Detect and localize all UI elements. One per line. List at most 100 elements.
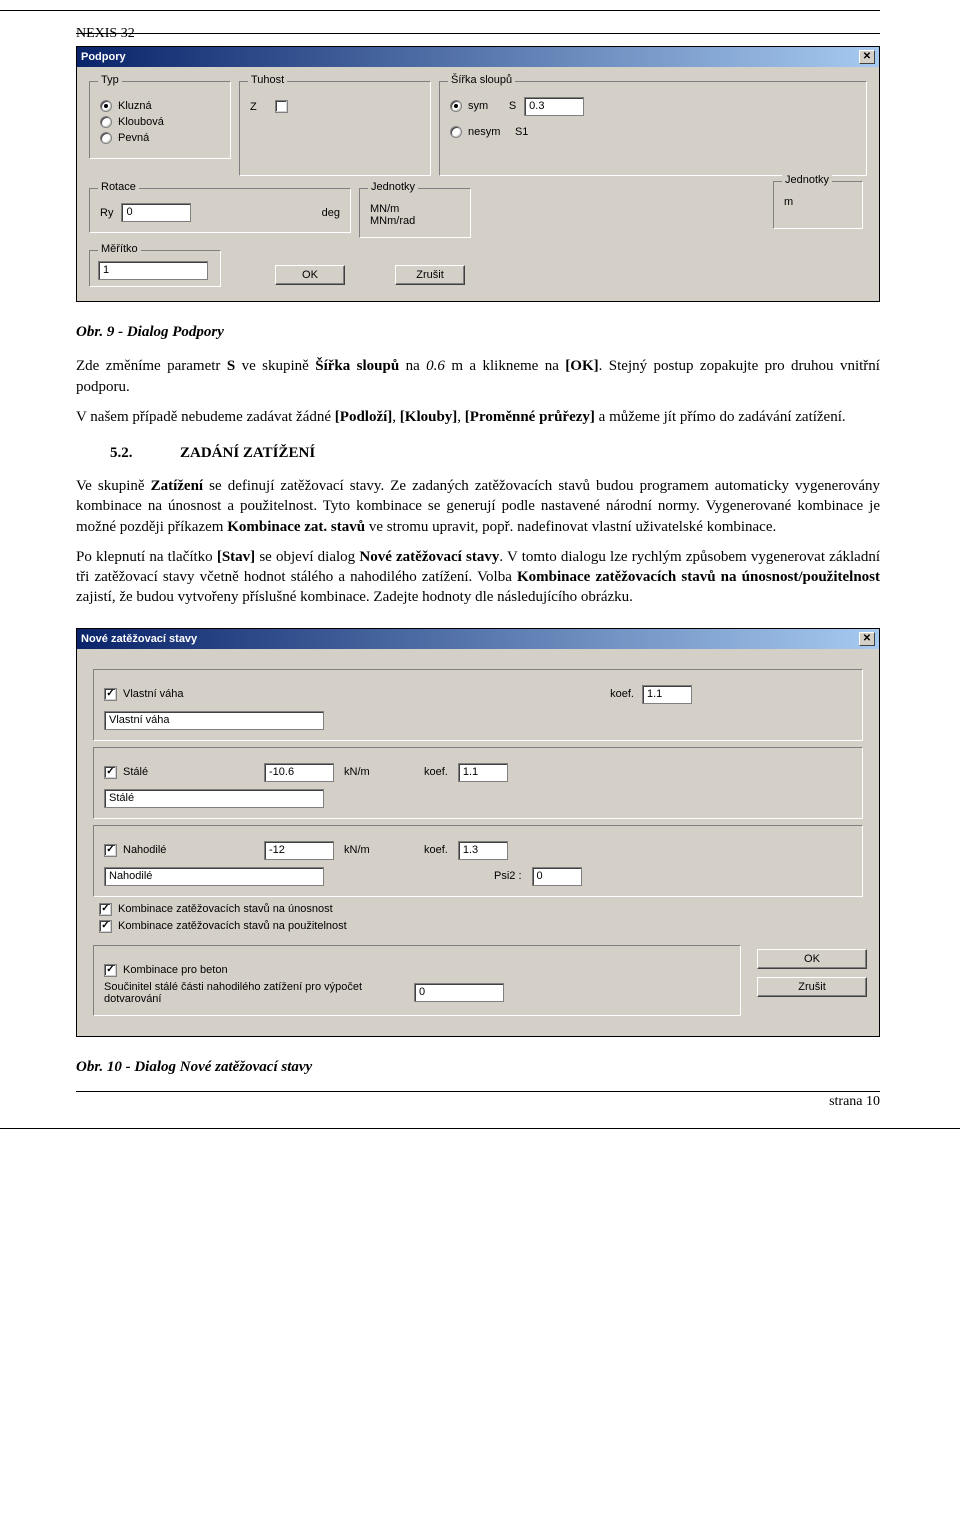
- paragraph-2: V našem případě nebudeme zadávat žádné […: [76, 407, 880, 427]
- group-rotace: Rotace Ry 0 deg: [89, 188, 351, 233]
- input-psi2[interactable]: 0: [532, 867, 582, 886]
- header-rule-2: [76, 33, 880, 34]
- ok-button-2[interactable]: OK: [757, 949, 867, 969]
- group-meritko: Měřítko 1: [89, 250, 221, 287]
- dialog-nove-zs: Nové zatěžovací stavy ✕ Vlastní váha koe…: [76, 628, 880, 1037]
- section-heading: 5.2.ZADÁNÍ ZATÍŽENÍ: [110, 445, 880, 462]
- check-beton[interactable]: Kombinace pro beton: [104, 964, 730, 977]
- paragraph-1: Zde změníme parametr S ve skupině Šířka …: [76, 356, 880, 397]
- section-title: ZADÁNÍ ZATÍŽENÍ: [180, 445, 315, 461]
- input-stale-koef[interactable]: 1.1: [458, 763, 508, 782]
- input-s[interactable]: 0.3: [524, 97, 584, 116]
- group-sirka-legend: Šířka sloupů: [448, 74, 515, 86]
- group-sirka: Šířka sloupů sym S 0.3 nesym S1: [439, 81, 867, 176]
- figure-caption-10: Obr. 10 - Dialog Nové zatěžovací stavy: [76, 1057, 880, 1077]
- checkbox-icon: [104, 964, 117, 977]
- radio-kluzna-label: Kluzná: [118, 100, 152, 112]
- input-vlastni-name[interactable]: Vlastní váha: [104, 711, 324, 730]
- unit-knm: kN/m: [344, 844, 414, 856]
- koef-label: koef.: [424, 766, 448, 778]
- group-typ: Typ Kluzná Kloubová Pevná: [89, 81, 231, 159]
- header-rule: [0, 10, 880, 11]
- paragraph-3: Ve skupině Zatížení se definují zatěžova…: [76, 476, 880, 537]
- group-jedn-sirka: Jednotky m: [773, 181, 863, 229]
- cancel-button[interactable]: Zrušit: [395, 265, 465, 285]
- input-nahodile-name[interactable]: Nahodilé: [104, 867, 324, 886]
- check-stale[interactable]: Stálé: [104, 766, 254, 779]
- group-vlastni: Vlastní váha koef. 1.1 Vlastní váha: [93, 669, 863, 741]
- check-komb-pouzitelnost[interactable]: Kombinace zatěžovacích stavů na použitel…: [99, 920, 857, 933]
- group-tuhost-legend: Tuhost: [248, 74, 287, 86]
- check-nahodile[interactable]: Nahodilé: [104, 844, 254, 857]
- cancel-button-2[interactable]: Zrušit: [757, 977, 867, 997]
- beton-text: Součinitel stálé části nahodilého zatíže…: [104, 981, 404, 1005]
- ry-label: Ry: [100, 207, 113, 219]
- radio-dot-icon: [100, 100, 112, 112]
- psi2-label: Psi2 :: [494, 870, 522, 882]
- checkbox-icon: [104, 688, 117, 701]
- dialog-titlebar: Podpory ✕: [77, 47, 879, 67]
- deg-label: deg: [322, 207, 340, 219]
- dialog2-titlebar: Nové zatěžovací stavy ✕: [77, 629, 879, 649]
- unit-mnm-rad: MNm/rad: [370, 215, 460, 227]
- header-app-name: NEXIS 32: [76, 26, 135, 42]
- input-ry[interactable]: 0: [121, 203, 191, 222]
- check-nahodile-label: Nahodilé: [123, 844, 166, 856]
- close-icon[interactable]: ✕: [859, 50, 875, 64]
- check-stale-label: Stálé: [123, 766, 148, 778]
- koef-label: koef.: [610, 688, 634, 700]
- radio-dot-icon: [450, 100, 462, 112]
- input-nahodile-koef[interactable]: 1.3: [458, 841, 508, 860]
- check-komb-unosnost[interactable]: Kombinace zatěžovacích stavů na únosnost: [99, 903, 857, 916]
- radio-kloubova-label: Kloubová: [118, 116, 164, 128]
- check-komb1-label: Kombinace zatěžovacích stavů na únosnost: [118, 903, 333, 915]
- group-tuhost: Tuhost Z: [239, 81, 431, 176]
- radio-pevna-label: Pevná: [118, 132, 149, 144]
- input-stale-val[interactable]: -10.6: [264, 763, 334, 782]
- check-komb2-label: Kombinace zatěžovacích stavů na použitel…: [118, 920, 347, 932]
- radio-dot-icon: [100, 116, 112, 128]
- checkbox-icon: [104, 844, 117, 857]
- dialog-podpory: Podpory ✕ Typ Kluzná Kloubová Pevná: [76, 46, 880, 302]
- radio-kluzna[interactable]: Kluzná: [100, 100, 220, 112]
- radio-kloubova[interactable]: Kloubová: [100, 116, 220, 128]
- group-jedn-sirka-legend: Jednotky: [782, 174, 832, 186]
- group-beton: Kombinace pro beton Součinitel stálé čás…: [93, 945, 741, 1016]
- page-number: strana 10: [0, 1092, 880, 1110]
- s-label: S: [496, 100, 516, 112]
- figure-caption-9: Obr. 9 - Dialog Podpory: [76, 322, 880, 342]
- dialog2-title: Nové zatěžovací stavy: [81, 633, 197, 645]
- group-rotace-legend: Rotace: [98, 181, 139, 193]
- unit-knm: kN/m: [344, 766, 414, 778]
- koef-label: koef.: [424, 844, 448, 856]
- input-meritko[interactable]: 1: [98, 261, 208, 280]
- s1-label: S1: [508, 126, 528, 138]
- radio-nesym[interactable]: nesym: [450, 126, 500, 138]
- input-vlastni-koef[interactable]: 1.1: [642, 685, 692, 704]
- input-stale-name[interactable]: Stálé: [104, 789, 324, 808]
- check-vlastni-label: Vlastní váha: [123, 688, 184, 700]
- dialog-title: Podpory: [81, 51, 126, 63]
- unit-m: m: [784, 196, 793, 208]
- ok-button[interactable]: OK: [275, 265, 345, 285]
- checkbox-icon: [99, 903, 112, 916]
- radio-sym[interactable]: sym: [450, 100, 488, 112]
- group-jedn-rot-legend: Jednotky: [368, 181, 418, 193]
- radio-dot-icon: [100, 132, 112, 144]
- group-typ-legend: Typ: [98, 74, 122, 86]
- input-beton[interactable]: 0: [414, 983, 504, 1002]
- input-nahodile-val[interactable]: -12: [264, 841, 334, 860]
- group-jedn-rot: Jednotky MN/m MNm/rad: [359, 188, 471, 238]
- footer-rule-2: [0, 1128, 960, 1129]
- section-number: 5.2.: [110, 445, 180, 462]
- z-label: Z: [250, 101, 257, 113]
- check-z[interactable]: Z: [250, 100, 420, 113]
- paragraph-4: Po klepnutí na tlačítko [Stav] se objeví…: [76, 547, 880, 608]
- radio-pevna[interactable]: Pevná: [100, 132, 220, 144]
- checkbox-icon: [275, 100, 288, 113]
- check-beton-label: Kombinace pro beton: [123, 964, 228, 976]
- radio-dot-icon: [450, 126, 462, 138]
- check-vlastni[interactable]: Vlastní váha: [104, 688, 184, 701]
- close-icon[interactable]: ✕: [859, 632, 875, 646]
- checkbox-icon: [99, 920, 112, 933]
